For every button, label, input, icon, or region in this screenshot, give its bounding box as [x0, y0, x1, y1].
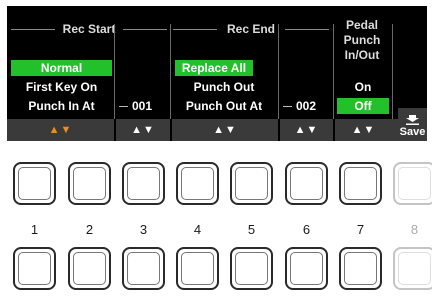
lower-button-8[interactable]	[393, 247, 432, 290]
upper-button-8[interactable]	[393, 162, 432, 205]
lower-button-6[interactable]	[285, 247, 328, 290]
lower-button-5[interactable]	[230, 247, 273, 290]
lcd-screen: Rec Start Rec End Pedal Punch In/Out Nor…	[7, 6, 427, 141]
save-label: Save	[399, 126, 426, 138]
updown-arrows-6[interactable]: ▲▼	[280, 119, 333, 141]
updown-arrows-7[interactable]: ▲▼	[335, 119, 392, 141]
pedal-punch-header: Pedal Punch In/Out	[333, 18, 391, 63]
pedal-option-off[interactable]: Off	[337, 98, 389, 114]
lower-button-7[interactable]	[339, 247, 382, 290]
rec-start-option-punch-in-at[interactable]: Punch In At	[11, 98, 112, 114]
button-label-1: 1	[30, 222, 39, 237]
button-label-5: 5	[247, 222, 256, 237]
separator	[392, 24, 393, 120]
button-label-3: 3	[139, 222, 148, 237]
lower-button-3[interactable]	[122, 247, 165, 290]
pedal-option-on[interactable]: On	[337, 79, 389, 95]
button-label-8: 8	[410, 222, 419, 237]
upper-button-3[interactable]	[122, 162, 165, 205]
rec-start-option-first-key-on[interactable]: First Key On	[11, 79, 112, 95]
lower-button-4[interactable]	[176, 247, 219, 290]
upper-button-7[interactable]	[339, 162, 382, 205]
save-download-icon	[406, 115, 419, 125]
pedal-title-line-2: Punch	[343, 33, 381, 47]
separator	[114, 24, 115, 120]
rec-end-option-punch-out-at[interactable]: Punch Out At	[173, 98, 275, 114]
updown-arrows-1[interactable]: ▲▼	[7, 119, 114, 141]
upper-button-5[interactable]	[230, 162, 273, 205]
punch-out-measure-value: 002	[296, 99, 317, 113]
upper-button-4[interactable]	[176, 162, 219, 205]
pedal-title-line-3: In/Out	[344, 48, 380, 62]
punch-in-measure-value: 001	[132, 99, 153, 113]
rec-end-title: Rec End	[226, 22, 275, 36]
button-label-6: 6	[302, 222, 311, 237]
updown-arrows-3[interactable]: ▲▼	[116, 119, 170, 141]
upper-button-1[interactable]	[13, 162, 56, 205]
upper-button-2[interactable]	[68, 162, 111, 205]
lower-button-1[interactable]	[13, 247, 56, 290]
separator	[278, 24, 279, 120]
rec-start-title: Rec Start	[62, 22, 116, 36]
separator	[170, 24, 171, 120]
save-button[interactable]: Save	[398, 108, 427, 141]
updown-arrows-4[interactable]: ▲▼	[172, 119, 278, 141]
lower-button-2[interactable]	[68, 247, 111, 290]
pedal-title-line-1: Pedal	[345, 18, 378, 32]
button-label-7: 7	[356, 222, 365, 237]
punch-out-measure[interactable]: 002	[283, 98, 316, 114]
button-label-2: 2	[85, 222, 94, 237]
rec-start-header: Rec Start	[11, 22, 167, 36]
button-label-4: 4	[193, 222, 202, 237]
separator	[333, 24, 334, 120]
rec-start-option-normal[interactable]: Normal	[11, 60, 112, 76]
rec-end-option-punch-out[interactable]: Punch Out	[173, 79, 275, 95]
rec-end-option-replace-all[interactable]: Replace All	[175, 60, 253, 76]
rec-end-header: Rec End	[173, 22, 329, 36]
upper-button-6[interactable]	[285, 162, 328, 205]
punch-in-measure[interactable]: 001	[119, 98, 152, 114]
